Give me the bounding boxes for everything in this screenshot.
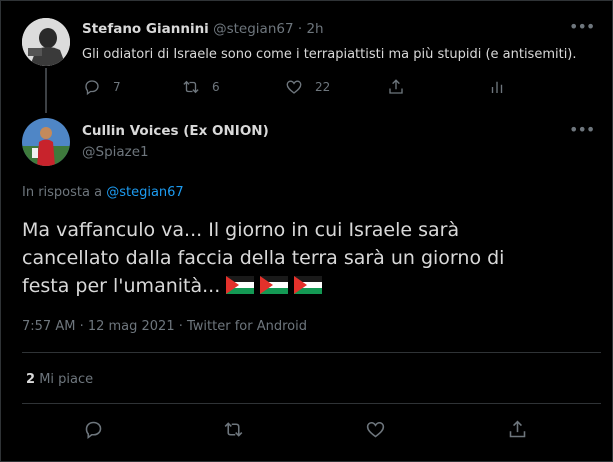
parent-tweet-time[interactable]: 2h: [306, 21, 323, 37]
main-more-options-icon[interactable]: •••: [569, 122, 595, 138]
parent-retweet-count: 6: [212, 80, 220, 94]
parent-analytics-button[interactable]: [488, 78, 506, 96]
analytics-icon: [491, 81, 503, 93]
main-author-name[interactable]: Cullin Voices (Ex ONION): [82, 123, 269, 139]
main-reply-button[interactable]: [83, 419, 104, 440]
parent-share-button[interactable]: [387, 78, 405, 96]
reply-icon: [85, 421, 102, 439]
parent-like-count: 22: [315, 80, 331, 94]
reply-icon: [85, 80, 99, 96]
palestine-flag-icon: [226, 276, 255, 294]
parent-author-name[interactable]: Stefano Giannini: [82, 21, 209, 37]
tweet-text-line: cancellato dalla faccia della terra sarà…: [22, 247, 505, 269]
tweet-text-line-last: festa per l'umanità...: [22, 272, 504, 300]
divider: [22, 403, 601, 404]
parent-reply-button[interactable]: 7: [83, 78, 121, 96]
cullin-avatar[interactable]: [22, 118, 70, 166]
main-like-button[interactable]: [365, 419, 386, 440]
parent-author-handle[interactable]: @stegian67: [213, 21, 293, 37]
stefano-avatar[interactable]: [22, 18, 70, 66]
heart-icon: [286, 80, 302, 94]
likes-label: Mi piace: [39, 372, 94, 387]
palestine-flag-icon: [260, 276, 289, 294]
parent-more-options-icon[interactable]: •••: [569, 19, 595, 35]
parent-retweet-button[interactable]: 6: [182, 78, 220, 96]
parent-reply-count: 7: [113, 80, 121, 94]
palestine-flag-icon: [294, 276, 323, 294]
main-tweet-text: Ma vaffanculo va... Il giorno in cui Isr…: [22, 216, 504, 300]
tweet-timestamp[interactable]: 7:57 AM · 12 mag 2021 · Twitter for Andr…: [22, 319, 307, 334]
main-author-handle[interactable]: @Spiaze1: [82, 144, 149, 160]
retweet-icon: [183, 80, 199, 94]
likes-count: 2: [26, 372, 36, 387]
likes-summary[interactable]: 2 Mi piace: [26, 372, 93, 387]
parent-tweet-header: Stefano Giannini @stegian67 · 2h: [82, 21, 324, 37]
main-share-button[interactable]: [507, 419, 528, 440]
reply-prefix: In risposta a: [22, 185, 103, 200]
heart-icon: [366, 421, 385, 438]
divider: [22, 352, 601, 353]
share-icon: [389, 79, 403, 94]
header-separator: ·: [297, 21, 303, 37]
thread-connector-line: [45, 68, 47, 113]
parent-tweet-text: Gli odiatori di Israele sono come i terr…: [82, 47, 577, 62]
parent-like-button[interactable]: 22: [285, 78, 330, 96]
main-retweet-button[interactable]: [223, 419, 244, 440]
reply-to-handle[interactable]: @stegian67: [106, 185, 183, 200]
share-icon: [509, 420, 526, 438]
retweet-icon: [224, 422, 243, 437]
reply-context: In risposta a @stegian67: [22, 185, 184, 200]
tweet-text-line: Ma vaffanculo va... Il giorno in cui Isr…: [22, 219, 460, 241]
